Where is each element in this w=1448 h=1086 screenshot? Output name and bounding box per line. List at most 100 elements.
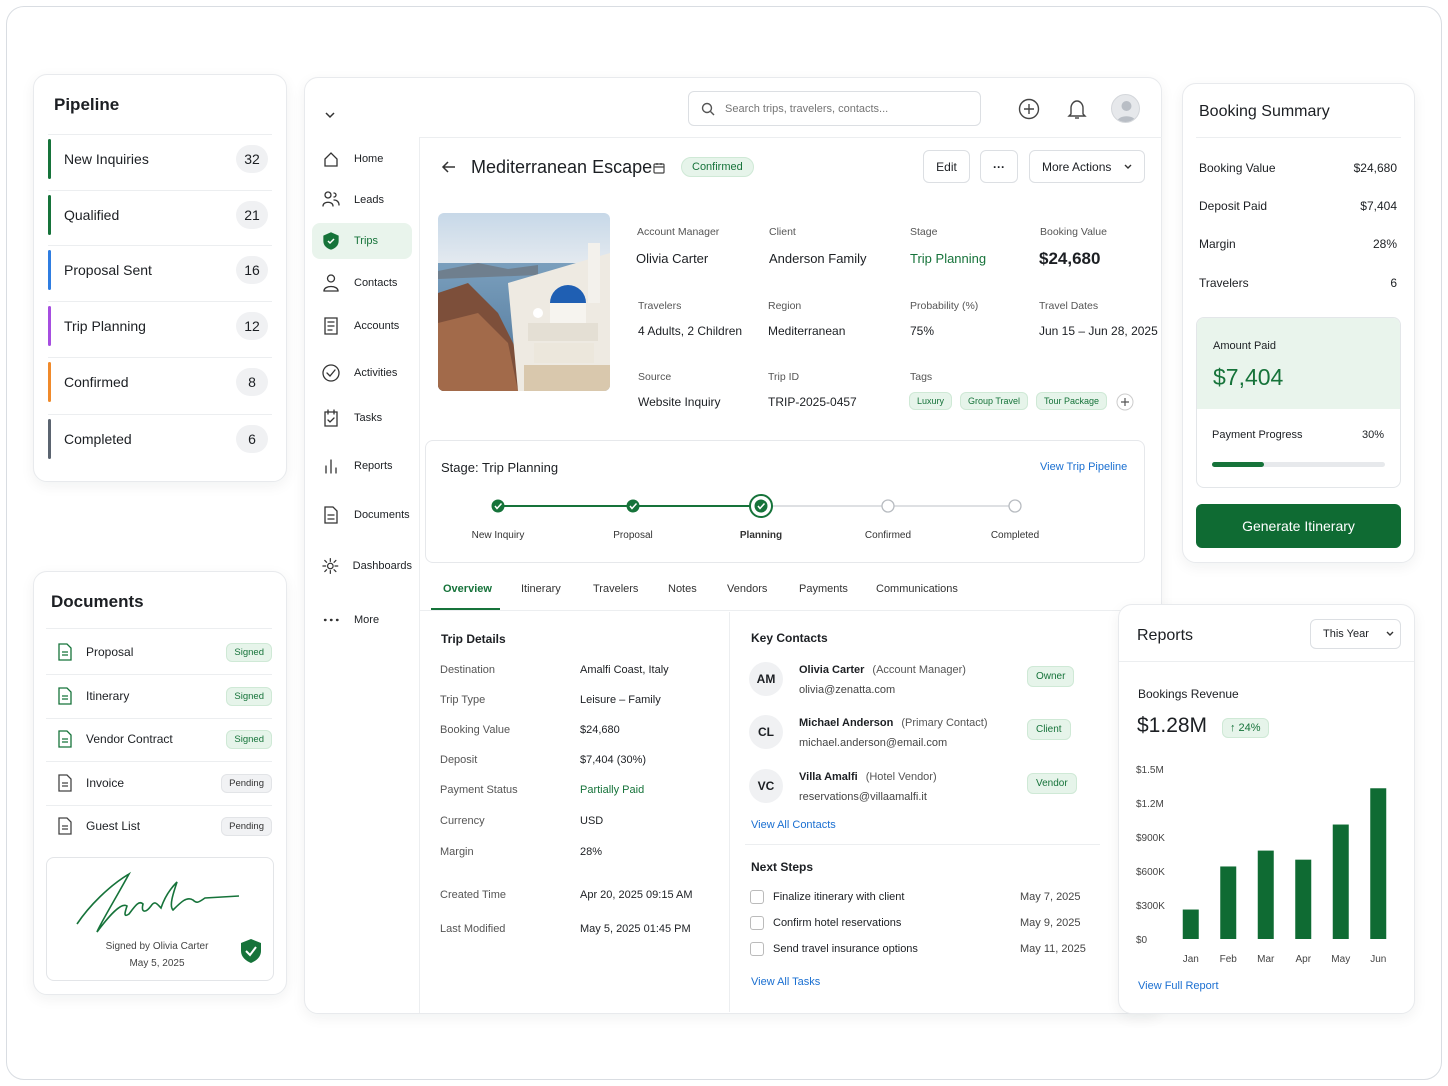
tab-overview[interactable]: Overview — [443, 583, 492, 595]
period-select[interactable]: This Year — [1310, 619, 1401, 649]
task-checkbox[interactable] — [750, 916, 764, 930]
sidebar-item-home[interactable]: Home — [312, 141, 412, 177]
user-avatar[interactable] — [1111, 94, 1140, 123]
detail-value: 28% — [580, 846, 603, 858]
sidebar-item-leads[interactable]: Leads — [312, 182, 412, 218]
task-checkbox[interactable] — [750, 890, 764, 904]
tab-itinerary[interactable]: Itinerary — [521, 583, 561, 595]
sidebar-item-more[interactable]: More — [312, 602, 412, 638]
add-icon[interactable] — [1018, 98, 1040, 120]
more-options-button[interactable]: ··· — [980, 150, 1018, 183]
view-all-tasks-link[interactable]: View All Tasks — [751, 976, 820, 988]
search-bar[interactable] — [688, 91, 981, 126]
reports-subtitle: Bookings Revenue — [1138, 687, 1239, 701]
document-row[interactable]: Proposal Signed — [46, 634, 272, 670]
pipeline-item[interactable]: Confirmed 8 — [48, 358, 272, 406]
view-all-contacts-link[interactable]: View All Contacts — [751, 819, 836, 831]
stage-step-label: New Inquiry — [472, 530, 525, 541]
generate-itinerary-button[interactable]: Generate Itinerary — [1196, 504, 1401, 548]
y-tick-label: $900K — [1136, 833, 1165, 844]
sidebar-item-label: Documents — [354, 509, 410, 521]
probability-label: Probability (%) — [910, 300, 979, 312]
document-icon — [58, 730, 72, 748]
sidebar-item-reports[interactable]: Reports — [312, 448, 412, 484]
calendar-icon[interactable] — [653, 162, 665, 174]
tab-travelers[interactable]: Travelers — [593, 583, 638, 595]
tag-group-travel[interactable]: Group Travel — [960, 392, 1029, 410]
tag-luxury[interactable]: Luxury — [909, 392, 953, 410]
sidebar-item-label: Reports — [354, 460, 393, 472]
detail-value: USD — [580, 815, 604, 827]
contact-name[interactable]: Olivia Carter — [799, 664, 864, 676]
contact-avatar: AM — [749, 662, 783, 696]
x-tick-label: Mar — [1257, 954, 1275, 965]
sidebar-item-contacts[interactable]: Contacts — [312, 265, 412, 301]
probability-value: 75% — [910, 324, 935, 338]
document-row[interactable]: Itinerary Signed — [46, 678, 272, 714]
pipeline-color-bar — [48, 139, 51, 179]
pipeline-item[interactable]: Trip Planning 12 — [48, 302, 272, 350]
bar-may — [1332, 824, 1349, 939]
contact-email[interactable]: olivia@zenatta.com — [799, 684, 895, 696]
contact-email[interactable]: reservations@villaamalfi.it — [799, 791, 927, 803]
back-arrow-icon[interactable] — [441, 160, 457, 174]
pipeline-item[interactable]: New Inquiries 32 — [48, 135, 272, 183]
y-tick-label: $300K — [1136, 901, 1165, 912]
pipeline-item[interactable]: Completed 6 — [48, 415, 272, 463]
bar-jun — [1370, 788, 1387, 939]
view-trip-pipeline-link[interactable]: View Trip Pipeline — [1040, 461, 1127, 473]
tab-notes[interactable]: Notes — [668, 583, 697, 595]
pipeline-item[interactable]: Proposal Sent 16 — [48, 246, 272, 294]
tab-communications[interactable]: Communications — [876, 583, 958, 595]
contact-role: (Primary Contact) — [901, 717, 988, 729]
sidebar-item-label: More — [354, 614, 380, 626]
chevron-down-icon — [1386, 631, 1394, 636]
summary-label: Travelers — [1199, 276, 1249, 290]
x-tick-label: Apr — [1295, 954, 1311, 965]
x-tick-label: Jan — [1183, 954, 1199, 965]
travelers-value: 4 Adults, 2 Children — [638, 324, 743, 338]
pipeline-card: Pipeline New Inquiries 32 Qualified 21 Propo… — [33, 74, 287, 482]
document-row[interactable]: Vendor Contract Signed — [46, 721, 272, 757]
more-actions-button[interactable]: More Actions — [1029, 150, 1145, 183]
document-row[interactable]: Invoice Pending — [46, 765, 272, 801]
search-input[interactable] — [725, 102, 965, 115]
tab-payments[interactable]: Payments — [799, 583, 848, 595]
travel-dates-value: Jun 15 – Jun 28, 2025 — [1039, 324, 1158, 338]
sidebar-item-label: Dashboards — [352, 560, 412, 572]
stage-step-label: Proposal — [613, 530, 652, 541]
contact-email[interactable]: michael.anderson@email.com — [799, 737, 947, 749]
signature-image — [76, 871, 240, 933]
summary-value: 28% — [1372, 237, 1397, 251]
view-full-report-link[interactable]: View Full Report — [1138, 980, 1219, 992]
pipeline-item[interactable]: Qualified 21 — [48, 191, 272, 239]
contact-role-badge: Owner — [1027, 666, 1075, 687]
task-checkbox[interactable] — [750, 942, 764, 956]
sidebar-item-trips[interactable]: Trips — [312, 223, 412, 259]
sidebar-item-accounts[interactable]: Accounts — [312, 308, 412, 344]
stage-step[interactable]: Planning — [740, 494, 782, 541]
home-icon — [324, 152, 338, 167]
edit-button[interactable]: Edit — [923, 150, 970, 183]
key-contacts-title: Key Contacts — [751, 631, 828, 645]
add-tag-icon[interactable] — [1116, 393, 1134, 411]
contact-role-badge: Client — [1027, 719, 1071, 740]
document-status-badge: Signed — [226, 642, 272, 662]
summary-label: Booking Value — [1199, 161, 1276, 175]
collapse-chevron-icon[interactable] — [324, 109, 336, 121]
summary-divider — [1196, 137, 1401, 138]
bell-icon[interactable] — [1067, 98, 1087, 120]
contact-name[interactable]: Villa Amalfi — [799, 771, 858, 783]
sidebar-item-documents[interactable]: Documents — [312, 497, 412, 533]
sidebar-item-dashboards[interactable]: Dashboards — [312, 548, 412, 584]
tab-vendors[interactable]: Vendors — [727, 583, 767, 595]
tag-tour-package[interactable]: Tour Package — [1036, 392, 1108, 410]
contact-name[interactable]: Michael Anderson — [799, 717, 893, 729]
detail-value: Apr 20, 2025 09:15 AM — [580, 889, 693, 901]
sidebar-item-activities[interactable]: Activities — [312, 355, 412, 391]
document-row[interactable]: Guest List Pending — [46, 808, 272, 844]
detail-label: Last Modified — [440, 923, 506, 935]
bar-jan — [1182, 909, 1199, 939]
contacts-icon — [323, 274, 339, 292]
sidebar-item-tasks[interactable]: Tasks — [312, 400, 412, 436]
